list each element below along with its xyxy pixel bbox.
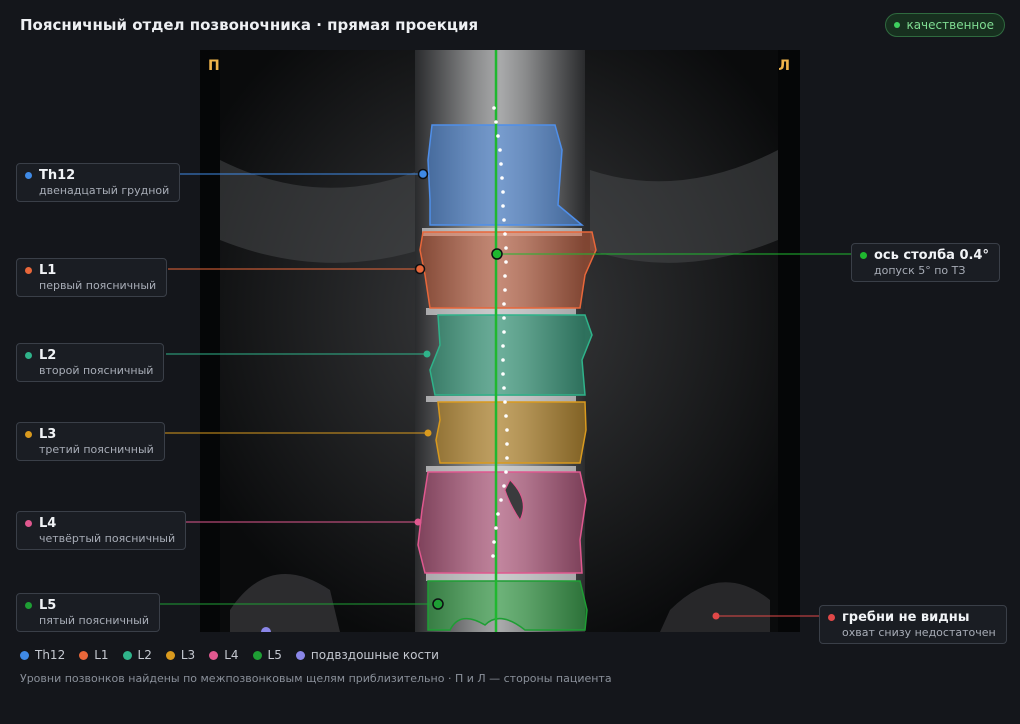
axis-desc: допуск 5° по ТЗ bbox=[874, 264, 966, 277]
status-dot-icon bbox=[894, 22, 901, 28]
label-l5[interactable]: L5 пятый поясничный bbox=[16, 593, 160, 632]
l1-color-dot-icon bbox=[25, 267, 32, 274]
legend-label: L5 bbox=[267, 648, 282, 662]
legend-item[interactable]: L2 bbox=[122, 648, 152, 662]
label-l1[interactable]: L1 первый поясничный bbox=[16, 258, 168, 297]
vertebra-th12-mask bbox=[427, 124, 585, 226]
legend: Th12 L1 L2 L3 L4 L5 подвздошные кости bbox=[20, 648, 439, 662]
l4-color-dot-icon bbox=[25, 520, 32, 527]
vertebra-desc: третий поясничный bbox=[39, 443, 154, 456]
vertebra-name: Th12 bbox=[39, 168, 76, 183]
crests-name: гребни не видны bbox=[842, 610, 970, 625]
label-iliac-crests[interactable]: гребни не видны охват снизу недостаточен bbox=[819, 605, 1007, 644]
legend-label: L4 bbox=[224, 648, 239, 662]
label-spine-axis[interactable]: ось столба 0.4° допуск 5° по ТЗ bbox=[851, 243, 1000, 282]
side-marker-right: П bbox=[208, 58, 220, 74]
xray-render bbox=[200, 50, 800, 632]
vertebra-l2-mask bbox=[429, 314, 593, 396]
legend-dot-icon bbox=[20, 650, 29, 660]
vertebra-desc: четвёртый поясничный bbox=[39, 532, 176, 545]
vertebra-name: L2 bbox=[39, 348, 57, 363]
vertebra-desc: пятый поясничный bbox=[39, 614, 149, 627]
label-l3[interactable]: L3 третий поясничный bbox=[16, 422, 165, 461]
vertebra-desc: второй поясничный bbox=[39, 364, 154, 377]
l3-color-dot-icon bbox=[25, 431, 32, 438]
legend-dot-icon bbox=[252, 650, 262, 660]
vertebra-name: L4 bbox=[39, 516, 57, 531]
crests-desc: охват снизу недостаточен bbox=[842, 626, 996, 639]
vertebra-l1-mask bbox=[419, 231, 597, 309]
label-l2[interactable]: L2 второй поясничный bbox=[16, 343, 165, 382]
legend-label: L1 bbox=[94, 648, 109, 662]
footnote: Уровни позвонков найдены по межпозвонков… bbox=[20, 672, 612, 685]
legend-label: L2 bbox=[137, 648, 152, 662]
label-l4[interactable]: L4 четвёртый поясничный bbox=[16, 511, 187, 550]
quality-label: качественное bbox=[906, 18, 994, 32]
legend-dot-icon bbox=[165, 650, 175, 660]
l5-color-dot-icon bbox=[25, 602, 32, 609]
legend-dot-icon bbox=[295, 650, 305, 660]
vertebra-name: L5 bbox=[39, 598, 57, 613]
legend-item[interactable]: L1 bbox=[79, 648, 109, 662]
side-marker-left: Л bbox=[778, 58, 790, 74]
legend-dot-icon bbox=[209, 650, 219, 660]
legend-item[interactable]: подвздошные кости bbox=[295, 648, 439, 662]
vertebra-l3-mask bbox=[435, 401, 587, 464]
xray-image[interactable]: П Л bbox=[200, 50, 800, 632]
legend-item[interactable]: L3 bbox=[165, 648, 196, 662]
label-th12[interactable]: Th12 двенадцатый грудной bbox=[16, 163, 181, 202]
legend-item[interactable]: Th12 bbox=[20, 648, 65, 662]
vertebra-l4-mask bbox=[417, 471, 587, 574]
legend-dot-icon bbox=[122, 650, 132, 660]
legend-dot-icon bbox=[79, 650, 89, 660]
page-title: Поясничный отдел позвоночника · прямая п… bbox=[20, 16, 479, 34]
legend-label: Th12 bbox=[35, 648, 66, 662]
crests-color-dot-icon bbox=[828, 614, 835, 621]
vertebra-name: L1 bbox=[39, 263, 57, 278]
l2-color-dot-icon bbox=[25, 352, 32, 359]
vertebra-desc: первый поясничный bbox=[39, 279, 157, 292]
quality-badge: качественное bbox=[885, 13, 1005, 37]
vertebra-desc: двенадцатый грудной bbox=[39, 184, 170, 197]
legend-label: L3 bbox=[180, 648, 196, 662]
legend-item[interactable]: L4 bbox=[209, 648, 239, 662]
th12-color-dot-icon bbox=[25, 172, 32, 179]
legend-label: подвздошные кости bbox=[310, 648, 439, 662]
legend-item[interactable]: L5 bbox=[252, 648, 282, 662]
vertebra-name: L3 bbox=[39, 427, 57, 442]
axis-color-dot-icon bbox=[860, 252, 867, 259]
axis-name: ось столба 0.4° bbox=[874, 248, 989, 263]
